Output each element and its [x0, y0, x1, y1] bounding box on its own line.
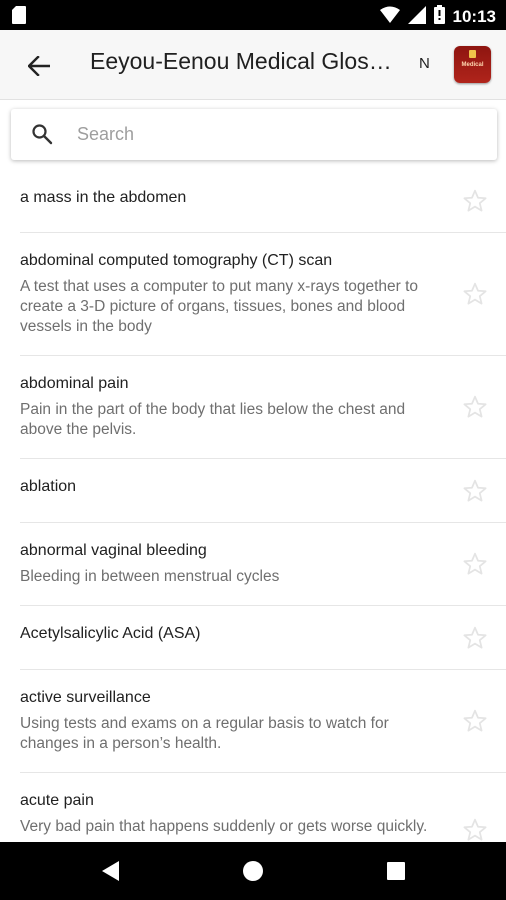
triangle-back-icon: [102, 861, 119, 881]
app-logo-label: Medical: [461, 61, 484, 68]
star-icon[interactable]: [462, 478, 488, 504]
list-item[interactable]: abdominal computed tomography (CT) scan …: [20, 233, 506, 356]
language-toggle-button[interactable]: N: [419, 54, 430, 74]
entry-term: abdominal pain: [20, 375, 129, 392]
sd-card-icon: [12, 6, 26, 29]
nav-recents-button[interactable]: [384, 859, 408, 883]
entry-definition: Pain in the part of the body that lies b…: [20, 401, 406, 438]
star-icon[interactable]: [462, 551, 488, 577]
circle-home-icon: [243, 861, 263, 881]
list-item[interactable]: abnormal vaginal bleeding Bleeding in be…: [20, 523, 506, 606]
battery-icon: [433, 5, 445, 29]
wifi-icon: [379, 6, 400, 29]
search-bar[interactable]: [11, 109, 497, 160]
signal-icon: [407, 5, 426, 29]
nav-back-button[interactable]: [99, 859, 123, 883]
back-button[interactable]: [20, 47, 58, 85]
list-item[interactable]: abdominal pain Pain in the part of the b…: [20, 356, 506, 459]
list-item[interactable]: a mass in the abdomen: [20, 170, 506, 233]
entry-definition: A test that uses a computer to put many …: [20, 278, 419, 335]
search-icon: [32, 124, 53, 145]
list-item[interactable]: Acetylsalicylic Acid (ASA): [20, 606, 506, 670]
entry-definition: Bleeding in between menstrual cycles: [20, 568, 280, 585]
entry-term: ablation: [20, 478, 77, 495]
entry-term: active surveillance: [20, 689, 151, 706]
app-logo[interactable]: Medical: [454, 46, 491, 83]
glossary-list: a mass in the abdomen abdominal computed…: [20, 170, 506, 842]
star-icon[interactable]: [462, 817, 488, 842]
page-title: Eeyou-Eenou Medical Glossary: [90, 48, 400, 74]
entry-term: Acetylsalicylic Acid (ASA): [20, 625, 201, 642]
star-icon[interactable]: [462, 394, 488, 420]
navigation-bar: [0, 842, 506, 900]
list-item[interactable]: ablation: [20, 459, 506, 523]
status-time: 10:13: [452, 7, 496, 26]
star-icon[interactable]: [462, 188, 488, 214]
star-icon[interactable]: [462, 281, 488, 307]
entry-term: acute pain: [20, 792, 94, 809]
square-recents-icon: [387, 862, 405, 880]
nav-home-button[interactable]: [241, 859, 265, 883]
entry-term: a mass in the abdomen: [20, 189, 187, 206]
list-item[interactable]: active surveillance Using tests and exam…: [20, 670, 506, 773]
star-icon[interactable]: [462, 625, 488, 651]
list-item[interactable]: acute pain Very bad pain that happens su…: [20, 773, 506, 842]
search-input[interactable]: [77, 118, 477, 150]
arrow-left-icon: [28, 56, 50, 76]
entry-definition: Very bad pain that happens suddenly or g…: [20, 818, 428, 835]
star-icon[interactable]: [462, 708, 488, 734]
status-bar: 10:13: [0, 0, 506, 30]
entry-term: abdominal computed tomography (CT) scan: [20, 252, 333, 269]
entry-term: abnormal vaginal bleeding: [20, 542, 207, 559]
entry-definition: Using tests and exams on a regular basis…: [20, 715, 389, 752]
app-bar: Eeyou-Eenou Medical Glossary N Medical: [0, 30, 506, 100]
